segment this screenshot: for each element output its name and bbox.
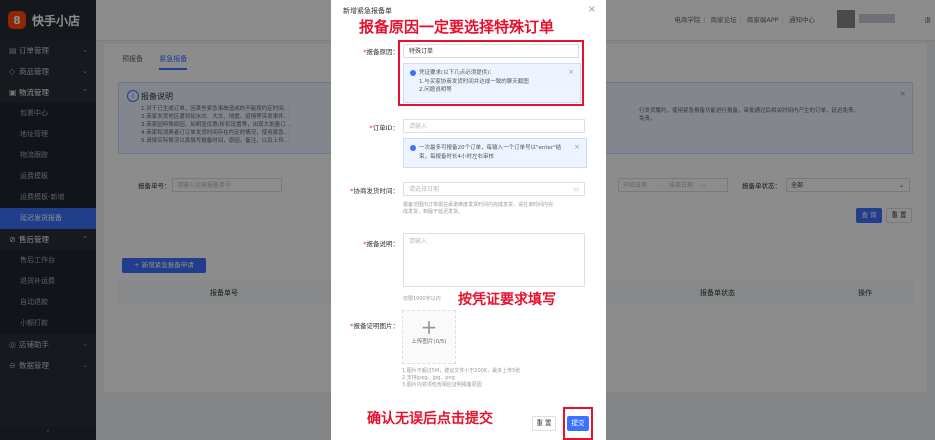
info-icon [410,69,416,76]
annotation-bottom: 确认无误后点击提交 [367,411,493,427]
calendar-icon: ▭ [573,186,579,193]
submit-button[interactable]: 提交 [567,416,589,431]
reason-select[interactable]: 特殊订单 [403,44,579,58]
time-hint: 报备范围内订单需在承诺维度发货时间内完成发货，请在该时间内完 成发货，到履于延迟… [403,202,554,215]
info-icon [410,144,416,151]
annotation-middle: 按凭证要求填写 [458,292,556,308]
modal-title: 新增紧急报备单 [343,7,392,15]
desc-textarea[interactable]: 请输入 [403,233,585,287]
time-label: *协商发货时间： [350,187,399,195]
annotation-top: 报备原因一定要选择特殊订单 [359,18,555,36]
reset-button[interactable]: 重 置 [532,416,556,431]
upload-hints: 1.图片不超过5M，建议文件小于200K，最多上传5张 2.支持jpeg、jpg… [402,368,521,388]
reason-tip: 凭证要求(以下几点必须提供)： 1.与买家协商发货时间并达成一致的聊天截图 2.… [403,63,581,103]
close-icon[interactable]: × [568,68,574,76]
desc-label: *报备说明： [363,240,399,248]
plus-icon: + [420,315,438,339]
new-urgent-report-modal: 新增紧急报备单 × 报备原因一定要选择特殊订单 *报备原因： 特殊订单 凭证要求… [331,0,606,440]
order-id-label: *订单ID： [369,124,399,132]
proof-label: *报备证明图片： [350,322,399,330]
order-id-tip: 一次最多可报备20个订单，每输入一个订单号以"enter"结 束，每报备时长4小… [403,138,587,168]
reason-label: *报备原因： [363,48,399,56]
order-id-input[interactable]: 请输入 [403,119,585,133]
upload-image-button[interactable]: + 上传图片(0/5) [402,310,456,364]
desc-limit: 仅限1000字以内 [403,296,441,302]
close-icon[interactable]: × [588,4,596,15]
close-icon[interactable]: × [574,143,580,151]
negotiated-date-input[interactable]: 请选择日期 ▭ [403,182,585,196]
